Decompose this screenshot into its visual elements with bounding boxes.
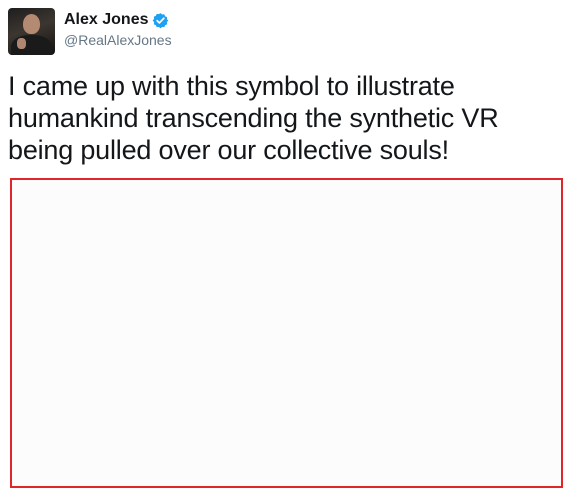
tweet-text: I came up with this symbol to illustrate… [8,71,499,165]
user-handle[interactable]: @RealAlexJones [64,32,172,48]
tweet-header: Alex Jones @RealAlexJones [8,8,172,56]
display-name[interactable]: Alex Jones [64,11,148,29]
avatar[interactable] [8,8,55,55]
verified-badge-icon [153,12,169,28]
display-name-row: Alex Jones [64,10,172,30]
author-info: Alex Jones @RealAlexJones [64,8,172,48]
avatar-head [23,14,40,34]
avatar-hand [17,38,26,49]
tweet-media-frame[interactable] [10,178,563,488]
